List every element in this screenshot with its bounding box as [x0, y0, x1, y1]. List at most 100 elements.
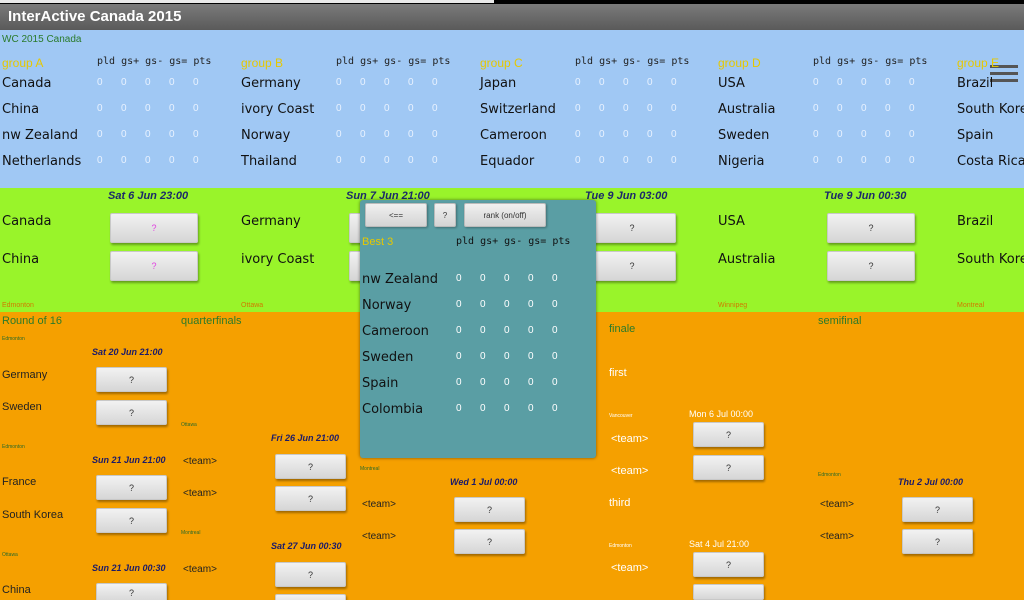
- match-date: Sat 4 Jul 21:00: [689, 539, 750, 549]
- stat-value: 0: [456, 351, 462, 362]
- venue-label: Edmonton: [818, 472, 841, 478]
- stat-value: 0: [552, 351, 558, 362]
- stat-value: 0: [360, 129, 366, 140]
- score-button[interactable]: ?: [96, 508, 167, 533]
- score-button[interactable]: ?: [588, 213, 676, 243]
- stat-value: 0: [456, 377, 462, 388]
- stat-value: 0: [193, 103, 199, 114]
- group-team: Sweden: [718, 128, 770, 143]
- match-team: ivory Coast: [241, 252, 315, 267]
- stat-value: 0: [480, 377, 486, 388]
- stat-value: 0: [121, 155, 127, 166]
- stat-value: 0: [671, 129, 677, 140]
- stat-value: 0: [480, 325, 486, 336]
- score-button[interactable]: ?: [588, 251, 676, 281]
- stat-value: 0: [432, 129, 438, 140]
- score-button[interactable]: ?: [96, 400, 167, 425]
- semifinal-title: semifinal: [818, 315, 862, 327]
- score-button[interactable]: ?: [454, 497, 525, 522]
- stat-value: 0: [97, 77, 103, 88]
- team-placeholder: <team>: [183, 456, 217, 467]
- stat-value: 0: [528, 377, 534, 388]
- back-button[interactable]: <==: [365, 203, 427, 227]
- score-button[interactable]: ?: [96, 583, 167, 600]
- rank-toggle-button[interactable]: rank (on/off): [464, 203, 546, 227]
- knockout-team: Sweden: [2, 401, 42, 413]
- stat-value: 0: [360, 155, 366, 166]
- knockout-team: South Korea: [2, 509, 64, 521]
- match-date: Tue 9 Jun 00:30: [824, 190, 907, 202]
- first-place-label: first: [609, 367, 627, 379]
- stat-value: 0: [169, 77, 175, 88]
- stat-value: 0: [384, 77, 390, 88]
- stat-value: 0: [647, 129, 653, 140]
- stat-value: 0: [861, 155, 867, 166]
- stat-value: 0: [885, 155, 891, 166]
- stat-value: 0: [861, 129, 867, 140]
- best-third-team: Norway: [362, 298, 412, 313]
- score-button[interactable]: ?: [902, 529, 973, 554]
- stat-value: 0: [145, 155, 151, 166]
- match-team: Australia: [718, 252, 776, 267]
- stat-value: 0: [885, 129, 891, 140]
- score-button[interactable]: ?: [96, 475, 167, 500]
- help-button[interactable]: ?: [434, 203, 456, 227]
- stat-value: 0: [528, 351, 534, 362]
- stat-value: 0: [336, 155, 342, 166]
- score-button[interactable]: ?: [693, 552, 764, 577]
- stat-value: 0: [909, 155, 915, 166]
- stat-value: 0: [97, 103, 103, 114]
- score-button[interactable]: [693, 584, 764, 600]
- match-team: Germany: [241, 214, 301, 229]
- best-third-team: Spain: [362, 376, 399, 391]
- score-button[interactable]: ?: [96, 367, 167, 392]
- stat-value: 0: [909, 103, 915, 114]
- score-button[interactable]: ?: [827, 213, 915, 243]
- match-date: Sun 21 Jun 00:30: [92, 563, 166, 573]
- stat-value: 0: [575, 129, 581, 140]
- score-button[interactable]: [275, 594, 346, 600]
- group-title: group E: [957, 56, 1000, 70]
- stat-value: 0: [528, 325, 534, 336]
- best-third-team: Sweden: [362, 350, 414, 365]
- score-button[interactable]: ?: [454, 529, 525, 554]
- stat-value: 0: [384, 129, 390, 140]
- score-button[interactable]: ?: [902, 497, 973, 522]
- group-team: ivory Coast: [241, 102, 315, 117]
- stat-value: 0: [504, 299, 510, 310]
- stat-value: 0: [121, 77, 127, 88]
- score-button[interactable]: ?: [275, 486, 346, 511]
- stat-value: 0: [575, 155, 581, 166]
- stat-value: 0: [599, 155, 605, 166]
- stat-value: 0: [528, 273, 534, 284]
- score-button[interactable]: ?: [110, 251, 198, 281]
- stat-value: 0: [813, 129, 819, 140]
- group-title: group D: [718, 56, 761, 70]
- score-button[interactable]: ?: [827, 251, 915, 281]
- venue-label: Edmonton: [2, 302, 34, 309]
- score-button[interactable]: ?: [693, 455, 764, 480]
- stat-value: 0: [885, 77, 891, 88]
- stat-value: 0: [193, 129, 199, 140]
- stat-value: 0: [504, 351, 510, 362]
- quarterfinals-title: quarterfinals: [181, 315, 242, 327]
- score-button[interactable]: ?: [110, 213, 198, 243]
- score-button[interactable]: ?: [275, 562, 346, 587]
- stat-value: 0: [552, 377, 558, 388]
- round-of-16-title: Round of 16: [2, 315, 62, 327]
- stat-value: 0: [169, 103, 175, 114]
- stat-value: 0: [813, 103, 819, 114]
- stat-value: 0: [623, 129, 629, 140]
- group-title: group A: [2, 56, 44, 70]
- stat-value: 0: [528, 403, 534, 414]
- stat-value: 0: [480, 351, 486, 362]
- score-button[interactable]: ?: [693, 422, 764, 447]
- venue-label: Ottawa: [241, 302, 264, 309]
- stat-value: 0: [671, 103, 677, 114]
- stat-value: 0: [647, 155, 653, 166]
- stat-value: 0: [145, 129, 151, 140]
- stat-value: 0: [432, 103, 438, 114]
- stat-value: 0: [575, 103, 581, 114]
- stat-value: 0: [647, 77, 653, 88]
- score-button[interactable]: ?: [275, 454, 346, 479]
